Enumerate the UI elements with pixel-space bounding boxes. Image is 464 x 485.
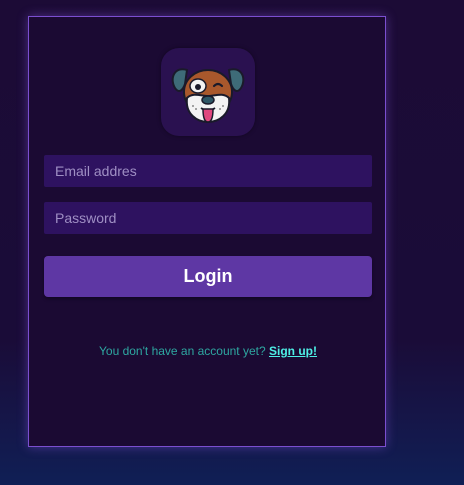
dog-face-icon	[171, 68, 245, 124]
signup-link[interactable]: Sign up!	[269, 344, 317, 358]
password-field[interactable]	[44, 202, 372, 234]
email-field[interactable]	[44, 155, 372, 187]
logo	[161, 48, 255, 136]
login-button[interactable]: Login	[44, 256, 372, 297]
signup-prompt-row: You don't have an account yet? Sign up!	[29, 344, 387, 358]
login-card: Login You don't have an account yet? Sig…	[28, 16, 386, 447]
signup-prompt-text: You don't have an account yet?	[99, 344, 266, 358]
